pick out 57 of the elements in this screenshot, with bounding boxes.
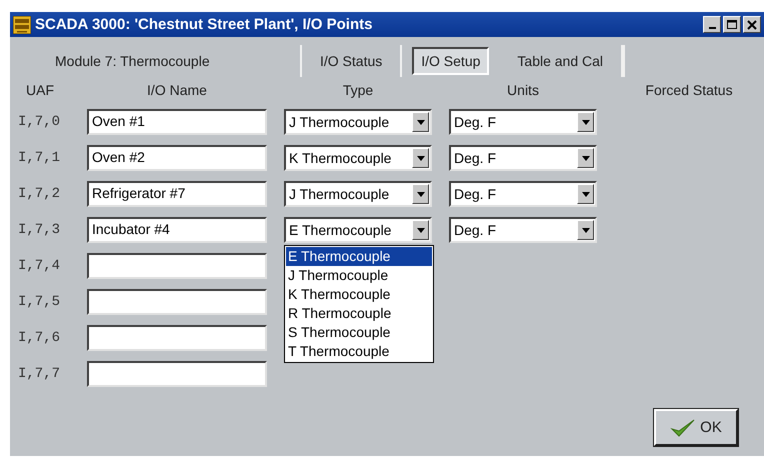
- io-name-field[interactable]: [87, 289, 267, 315]
- units-dropdown[interactable]: Deg. F: [449, 109, 597, 135]
- dropdown-arrow-icon: [416, 192, 424, 196]
- dropdown-option[interactable]: J Thermocouple: [286, 266, 432, 285]
- column-header: Forced Status: [644, 82, 734, 98]
- column-header: Units: [506, 82, 540, 98]
- dropdown-arrow-icon: [416, 228, 424, 232]
- ok-button[interactable]: OK: [654, 409, 738, 446]
- uaf-label: I,7,7: [18, 366, 62, 382]
- type-dropdown[interactable]: E Thermocouple: [284, 217, 432, 243]
- io-name-field[interactable]: Oven #1: [87, 109, 267, 135]
- dropdown-arrow-icon: [582, 192, 590, 196]
- column-header: I/O Name: [146, 82, 208, 98]
- dropdown-option[interactable]: E Thermocouple: [286, 247, 432, 266]
- uaf-label: I,7,0: [18, 114, 62, 130]
- dropdown-option[interactable]: R Thermocouple: [286, 304, 432, 323]
- dropdown-arrow-icon: [416, 120, 424, 124]
- io-name-field[interactable]: Incubator #4: [87, 217, 267, 243]
- io-name-field[interactable]: [87, 253, 267, 279]
- close-icon: [746, 18, 758, 30]
- uaf-label: I,7,1: [18, 150, 62, 166]
- dropdown-arrow-icon: [582, 228, 590, 232]
- uaf-label: I,7,6: [18, 330, 62, 346]
- maximize-icon: [726, 18, 738, 30]
- module-label: Module 7: Thermocouple: [54, 53, 211, 69]
- type-dropdown[interactable]: K Thermocouple: [284, 145, 432, 171]
- column-header: UAF: [25, 82, 55, 98]
- dropdown-arrow-icon: [582, 156, 590, 160]
- app-logo-icon: [13, 16, 31, 34]
- units-dropdown[interactable]: Deg. F: [449, 181, 597, 207]
- dropdown-option[interactable]: S Thermocouple: [286, 323, 432, 342]
- type-dropdown[interactable]: J Thermocouple: [284, 181, 432, 207]
- tab[interactable]: I/O Status: [302, 45, 402, 77]
- dropdown-option[interactable]: K Thermocouple: [286, 285, 432, 304]
- dropdown-option[interactable]: T Thermocouple: [286, 342, 432, 361]
- units-dropdown[interactable]: Deg. F: [449, 145, 597, 171]
- uaf-label: I,7,2: [18, 186, 62, 202]
- minimize-icon: [708, 27, 716, 29]
- maximize-button[interactable]: [723, 16, 741, 33]
- io-name-field[interactable]: [87, 361, 267, 387]
- uaf-label: I,7,4: [18, 258, 62, 274]
- dropdown-arrow-icon: [582, 120, 590, 124]
- tab[interactable]: Table and Cal: [499, 45, 624, 77]
- close-button[interactable]: [743, 16, 761, 33]
- io-name-field[interactable]: Oven #2: [87, 145, 267, 171]
- units-dropdown[interactable]: Deg. F: [449, 217, 597, 243]
- column-header: Type: [342, 82, 374, 98]
- tab[interactable]: I/O Setup: [412, 47, 490, 75]
- minimize-button[interactable]: [703, 16, 721, 33]
- io-name-field[interactable]: Refrigerator #7: [87, 181, 267, 207]
- uaf-label: I,7,5: [18, 294, 62, 310]
- io-name-field[interactable]: [87, 325, 267, 351]
- type-dropdown[interactable]: J Thermocouple: [284, 109, 432, 135]
- window-title: SCADA 3000: 'Chestnut Street Plant', I/O Points: [35, 16, 374, 33]
- checkmark-icon: [670, 418, 696, 438]
- dropdown-arrow-icon: [416, 156, 424, 160]
- uaf-label: I,7,3: [18, 222, 62, 238]
